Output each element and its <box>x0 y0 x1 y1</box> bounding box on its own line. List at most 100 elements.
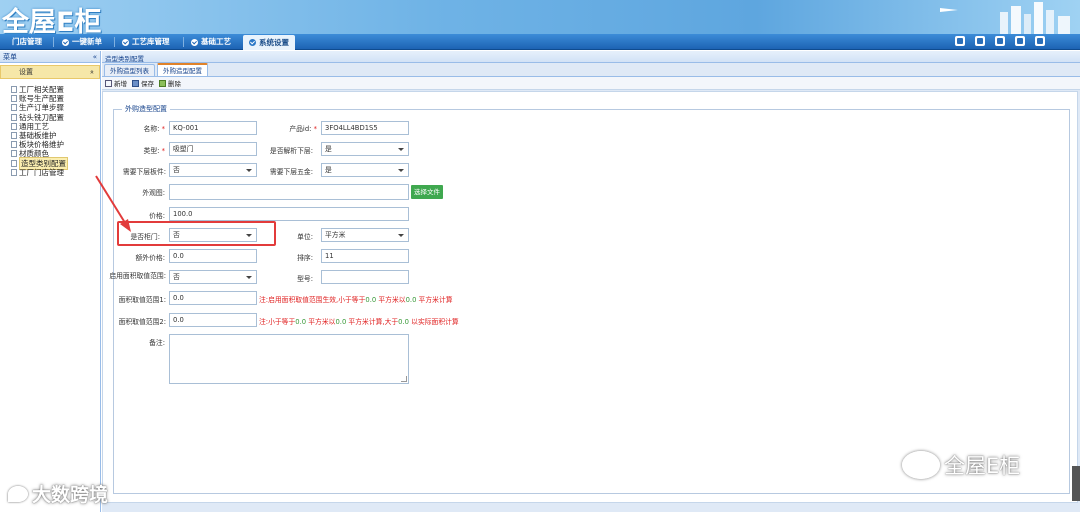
tab-shape-list[interactable]: 外购造型列表 <box>104 64 155 76</box>
need-lower-board-select[interactable]: 否 <box>169 163 257 177</box>
check-icon <box>62 38 69 46</box>
nav-label: 基础工艺 <box>201 37 231 46</box>
save-button-label: 保存 <box>141 80 154 88</box>
unit-label: 单位: <box>297 233 313 241</box>
add-button[interactable]: 新增 <box>105 78 127 88</box>
area-range2-note: 注:小于等于0.0 平方米以0.0 平方米计算,大于0.0 以实际面积计算 <box>259 318 459 326</box>
nav-process-library[interactable]: 工艺库管理 <box>122 34 170 50</box>
name-label: 名称: * <box>143 125 165 133</box>
tab-bar: 外购造型列表 外购造型配置 <box>102 63 1080 77</box>
sort-label: 排序: <box>297 254 313 262</box>
area-range2-label: 面积取值范围2: <box>118 318 166 326</box>
type-input[interactable]: 吸塑门 <box>169 142 257 156</box>
sort-input[interactable]: 11 <box>321 249 409 263</box>
scrollbar[interactable] <box>1072 466 1080 501</box>
price-label: 价格: <box>149 212 165 220</box>
collapse-icon[interactable]: « <box>93 53 97 61</box>
remark-label: 备注: <box>149 339 165 347</box>
nav-label: 门店管理 <box>12 37 42 46</box>
sidebar: 菜单 « 设置 » 工厂相关配置 账号生产配置 生产订单步骤 钻头铣刀配置 通用… <box>0 51 101 512</box>
parse-lower-select[interactable]: 是 <box>321 142 409 156</box>
new-document-icon <box>105 79 112 87</box>
parse-lower-label: 是否解析下层: <box>269 147 313 155</box>
area-range2-input[interactable]: 0.0 <box>169 313 257 327</box>
enable-area-label: 启用面积取值范围: <box>109 272 166 280</box>
document-icon <box>11 132 17 140</box>
extra-price-input[interactable]: 0.0 <box>169 249 257 263</box>
watermark-left: 大数跨境 <box>8 480 108 507</box>
delete-button[interactable]: 删除 <box>159 78 181 88</box>
delete-button-label: 删除 <box>168 80 181 88</box>
calendar-icon[interactable] <box>975 36 985 46</box>
settings-icon <box>191 38 198 46</box>
document-icon <box>11 113 17 121</box>
product-id-label: 产品id: * <box>289 125 317 133</box>
form-toolbar: 新增 保存 删除 <box>102 77 1080 90</box>
document-icon <box>11 104 17 112</box>
logout-icon[interactable] <box>1035 36 1045 46</box>
nav-system-settings[interactable]: 系统设置 <box>243 35 295 50</box>
model-label: 型号: <box>297 275 313 283</box>
skyline-decoration <box>940 2 1070 34</box>
document-icon <box>11 122 17 130</box>
document-icon <box>11 150 17 158</box>
sidebar-section-label: 设置 <box>19 68 33 76</box>
sidebar-section-settings[interactable]: 设置 » <box>0 65 100 79</box>
header-toolbar-icons <box>955 36 1045 46</box>
chevron-up-icon[interactable]: » <box>88 70 96 74</box>
sidebar-header: 菜单 « <box>0 51 100 63</box>
nav-label: 一键新单 <box>72 37 102 46</box>
sidebar-item-store-management[interactable]: 工厂门店管理 <box>11 168 100 177</box>
sidebar-tree: 工厂相关配置 账号生产配置 生产订单步骤 钻头铣刀配置 通用工艺 基础板维护 板… <box>0 79 100 177</box>
app-logo: 全屋E柜 <box>2 7 102 34</box>
nav-store-management[interactable]: 门店管理 <box>12 34 42 50</box>
top-nav-bar: 门店管理 一键新单 工艺库管理 基础工艺 系统设置 <box>0 34 1080 50</box>
price-input[interactable]: 100.0 <box>169 207 409 221</box>
unit-select[interactable]: 平方米 <box>321 228 409 242</box>
nav-divider <box>183 37 184 47</box>
nav-quick-order[interactable]: 一键新单 <box>62 34 102 50</box>
watermark-right: 全屋E柜 <box>902 450 1020 480</box>
type-label: 类型: * <box>143 147 165 155</box>
nav-divider <box>114 37 115 47</box>
highlight-box <box>117 221 276 246</box>
product-id-input[interactable]: 3FO4LL4BD1S5 <box>321 121 409 135</box>
remark-textarea[interactable] <box>169 334 409 384</box>
nav-basic-process[interactable]: 基础工艺 <box>191 34 231 50</box>
add-button-label: 新增 <box>114 80 127 88</box>
document-icon <box>11 168 17 176</box>
document-icon <box>11 95 17 103</box>
app-header: 全屋E柜 <box>0 0 1080 34</box>
fieldset-legend: 外购造型配置 <box>125 105 167 113</box>
nav-divider <box>53 37 54 47</box>
sidebar-title: 菜单 <box>3 52 17 61</box>
user-icon[interactable] <box>995 36 1005 46</box>
need-lower-hardware-label: 需要下层五金: <box>269 168 313 176</box>
sidebar-item-label: 工厂门店管理 <box>19 167 64 177</box>
nav-label: 系统设置 <box>259 38 289 47</box>
watermark-left-text: 大数跨境 <box>32 484 109 506</box>
choose-file-button[interactable]: 选择文件 <box>411 185 443 199</box>
area-range1-note: 注:启用面积取值范围生效,小于等于0.0 平方米以0.0 平方米计算 <box>259 296 453 304</box>
area-range1-input[interactable]: 0.0 <box>169 291 257 305</box>
need-lower-hardware-select[interactable]: 是 <box>321 163 409 177</box>
document-icon <box>11 141 17 149</box>
tab-shape-config[interactable]: 外购造型配置 <box>157 63 208 76</box>
name-input[interactable]: KQ-001 <box>169 121 257 135</box>
save-icon <box>132 79 139 87</box>
trash-icon <box>159 79 166 87</box>
area-range1-label: 面积取值范围1: <box>118 296 166 304</box>
home-icon[interactable] <box>955 36 965 46</box>
brand-logo-icon <box>8 485 28 502</box>
appearance-label: 外观图: <box>142 189 165 197</box>
document-icon <box>11 159 17 167</box>
enable-area-select[interactable]: 否 <box>169 270 257 284</box>
save-button[interactable]: 保存 <box>132 78 154 88</box>
watermark-right-text: 全屋E柜 <box>944 454 1021 478</box>
need-lower-board-label: 需要下层板件: <box>122 168 166 176</box>
check-icon <box>122 38 129 46</box>
appearance-file-input[interactable] <box>169 184 409 200</box>
gear-icon[interactable] <box>1015 36 1025 46</box>
model-input[interactable] <box>321 270 409 284</box>
document-icon <box>11 86 17 94</box>
